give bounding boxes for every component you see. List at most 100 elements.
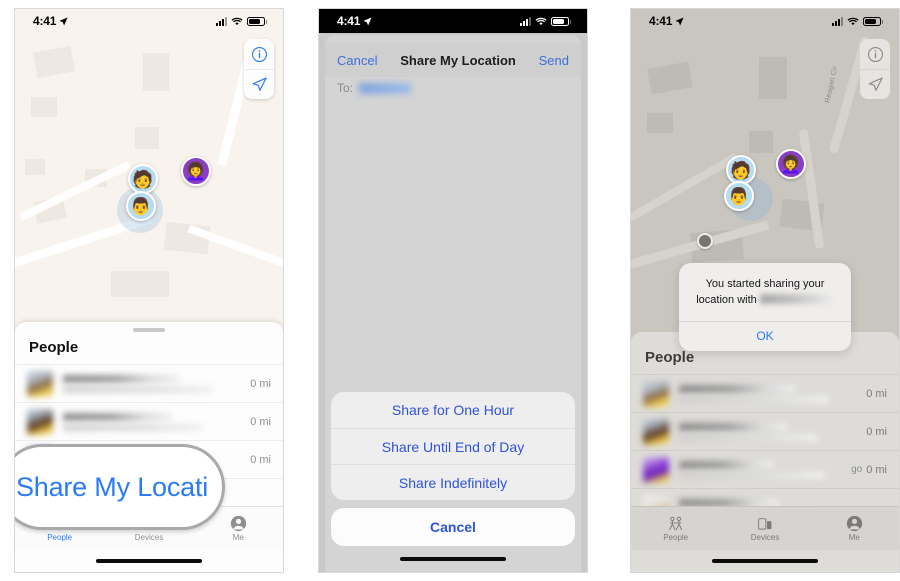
share-indefinitely-button[interactable]: Share Indefinitely (331, 464, 575, 500)
screenshot-stage: 🧑 👨 👩‍🦱 4:41 People (0, 0, 900, 581)
people-sheet-3: People 0 mi 0 mi go 0 mi People Devices … (631, 332, 899, 572)
locate-arrow-icon[interactable] (244, 69, 274, 99)
phone-panel-share-modal: 4:41 Cancel Share My Location Send To: S… (318, 8, 588, 573)
tab-me[interactable]: Me (810, 515, 899, 542)
home-indicator[interactable] (631, 550, 899, 572)
cellular-bars-icon (832, 16, 843, 26)
list-item[interactable] (631, 488, 899, 506)
person-circle-icon (846, 515, 863, 531)
distance-label: 0 mi (250, 377, 271, 390)
map-building (749, 131, 773, 153)
avatar (643, 494, 669, 506)
list-item-text (63, 412, 250, 431)
map-avatar-pin[interactable]: 👨 (724, 181, 754, 211)
phone-panel-sharing-confirmation: Reagan Cir 🧑 👨 👩‍🦱 4:41 (630, 8, 900, 573)
info-icon[interactable] (244, 39, 274, 69)
tab-label: People (47, 533, 73, 542)
distance-label: 0 mi (250, 453, 271, 466)
tab-label: Me (232, 533, 244, 542)
tab-label: Me (848, 533, 860, 542)
distance-label: 0 mi (866, 425, 887, 438)
go-label: go (851, 464, 863, 475)
page-title: People (29, 339, 79, 356)
status-time: 4:41 (33, 14, 57, 28)
list-item[interactable]: 0 mi (15, 364, 283, 402)
redacted-name (679, 498, 779, 506)
share-duration-action-sheet: Share for One Hour Share Until End of Da… (331, 392, 575, 546)
modal-title: Share My Location (400, 52, 516, 68)
redacted-detail (679, 395, 829, 403)
status-indicators (832, 16, 883, 26)
callout-label: Share My Locati (15, 471, 209, 502)
distance-label: 0 mi (866, 463, 887, 476)
redacted-name (679, 422, 788, 431)
devices-icon (757, 515, 773, 531)
share-end-of-day-button[interactable]: Share Until End of Day (331, 428, 575, 464)
people-list[interactable]: 0 mi 0 mi go 0 mi (631, 374, 899, 506)
cancel-button[interactable]: Cancel (337, 53, 377, 68)
map-building (143, 53, 169, 91)
sheet-grabber[interactable] (133, 328, 165, 332)
wifi-icon (231, 17, 243, 25)
phone-panel-find-my-people: 🧑 👨 👩‍🦱 4:41 People (14, 8, 284, 573)
list-item-text (63, 374, 250, 393)
tab-devices[interactable]: Devices (720, 515, 809, 542)
redacted-recipient (759, 293, 834, 304)
redacted-name (679, 384, 796, 393)
redacted-name (679, 460, 774, 469)
share-my-location-callout[interactable]: Share My Locati (15, 444, 225, 530)
alert-message: You started sharing your location with (693, 277, 837, 309)
map-building (111, 271, 169, 297)
map-avatar-pin[interactable]: 🧑 (128, 164, 158, 194)
status-bar: 4:41 (319, 9, 587, 33)
location-arrow-icon (675, 17, 684, 25)
list-item[interactable]: 0 mi (631, 412, 899, 450)
distance-label: 0 mi (250, 415, 271, 428)
map-controls-1 (244, 39, 274, 99)
list-item[interactable]: 0 mi (631, 374, 899, 412)
map-building (25, 159, 45, 175)
status-bar: 4:41 (631, 9, 899, 33)
tab-people[interactable]: People (631, 515, 720, 542)
location-arrow-icon (59, 17, 68, 25)
list-item-text (679, 498, 887, 506)
home-indicator[interactable] (319, 548, 587, 570)
map-road (798, 128, 825, 250)
action-sheet-cancel-button[interactable]: Cancel (331, 508, 575, 546)
info-icon[interactable] (860, 39, 890, 69)
cellular-bars-icon (216, 16, 227, 26)
status-bar: 4:41 (15, 9, 283, 33)
avatar (27, 408, 53, 435)
send-button[interactable]: Send (539, 53, 569, 68)
status-time-group: 4:41 (33, 14, 68, 28)
alert-ok-button[interactable]: OK (679, 320, 851, 351)
list-item-text (679, 460, 851, 479)
to-label: To: (337, 81, 354, 95)
share-one-hour-button[interactable]: Share for One Hour (331, 392, 575, 428)
home-indicator[interactable] (15, 550, 283, 572)
map-avatar-pin[interactable]: 👨 (126, 191, 156, 221)
street-name-label: Reagan Cir (824, 65, 840, 104)
redacted-name (63, 412, 172, 421)
redacted-name (63, 374, 180, 383)
avatar (643, 418, 669, 445)
map-avatar-pin[interactable]: 👩‍🦱 (776, 149, 806, 179)
list-item-text (679, 384, 866, 403)
map-avatar-pin[interactable]: 👩‍🦱 (181, 156, 211, 186)
status-time: 4:41 (337, 14, 361, 28)
action-sheet-options: Share for One Hour Share Until End of Da… (331, 392, 575, 500)
battery-icon (863, 16, 883, 26)
map-road (631, 153, 739, 225)
status-indicators (520, 16, 571, 26)
location-dot-marker[interactable] (697, 233, 713, 249)
wifi-icon (847, 17, 859, 25)
status-indicators (216, 16, 267, 26)
list-item[interactable]: 0 mi (15, 402, 283, 440)
avatar (643, 456, 669, 483)
map-building (647, 113, 673, 133)
avatar (643, 380, 669, 407)
map-building (31, 97, 57, 117)
list-item[interactable]: go 0 mi (631, 450, 899, 488)
locate-arrow-icon[interactable] (860, 69, 890, 99)
redacted-detail (679, 433, 818, 441)
